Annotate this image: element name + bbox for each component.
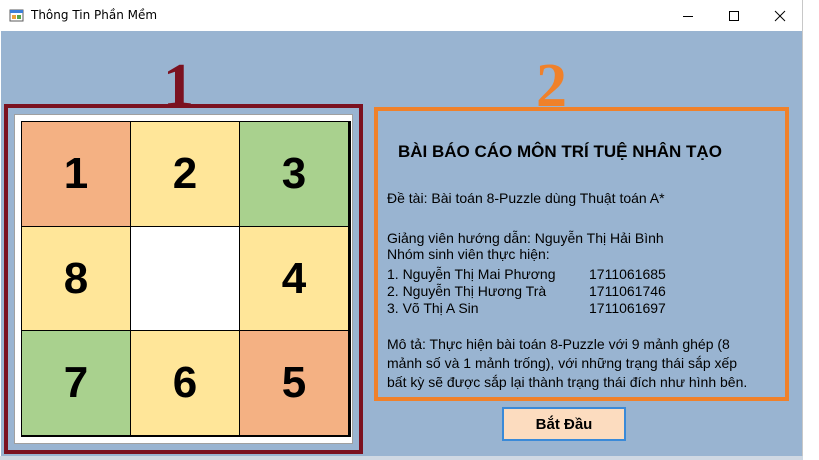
- member-name: 1. Nguyễn Thị Mai Phương: [387, 266, 556, 282]
- maximize-button[interactable]: [711, 0, 757, 31]
- description-line: Mô tả: Thực hiện bài toán 8-Puzzle với 9…: [387, 336, 730, 352]
- member-id: 1711061746: [589, 283, 666, 299]
- puzzle-tile[interactable]: 2: [131, 122, 239, 226]
- member-row: 3. Võ Thị A Sin 1711061697: [387, 300, 787, 316]
- advisor-text: Giảng viên hướng dẫn: Nguyễn Thị Hải Bìn…: [387, 230, 664, 246]
- description-line: bất kỳ sẽ được sắp lại thành trạng thái …: [387, 374, 748, 390]
- puzzle-tile[interactable]: 6: [131, 331, 239, 435]
- group-label: Nhóm sinh viên thực hiện:: [387, 246, 550, 262]
- window-frame-right: [802, 0, 803, 460]
- minimize-button[interactable]: [665, 0, 711, 31]
- member-id: 1711061685: [589, 266, 666, 282]
- puzzle-tile[interactable]: 3: [240, 122, 348, 226]
- puzzle-grid: 1 2 3 8 4 7 6 5: [21, 121, 351, 437]
- close-button[interactable]: [757, 0, 803, 31]
- member-row: 1. Nguyễn Thị Mai Phương 1711061685: [387, 266, 787, 282]
- member-name: 3. Võ Thị A Sin: [387, 300, 479, 316]
- form-client-area: 1 2 1 2 3 8 4 7 6 5 BÀI BÁO CÁO MÔN TRÍ …: [1, 31, 802, 456]
- window-title: Thông Tin Phần Mềm: [31, 8, 158, 22]
- puzzle-tile-empty[interactable]: [131, 227, 239, 330]
- start-button[interactable]: Bắt Đầu: [502, 407, 626, 441]
- close-icon: [774, 10, 786, 21]
- info-panel: BÀI BÁO CÁO MÔN TRÍ TUỆ NHÂN TẠO Đề tài:…: [374, 107, 789, 401]
- report-heading: BÀI BÁO CÁO MÔN TRÍ TUỆ NHÂN TẠO: [398, 142, 722, 161]
- puzzle-tile[interactable]: 1: [22, 122, 130, 226]
- puzzle-tile[interactable]: 7: [22, 331, 130, 435]
- description-line: mảnh số và 1 mảnh trống), với những trạn…: [387, 355, 738, 371]
- puzzle-tile[interactable]: 4: [240, 227, 348, 330]
- topic-text: Đề tài: Bài toán 8-Puzzle dùng Thuật toá…: [387, 190, 665, 206]
- member-id: 1711061697: [589, 300, 666, 316]
- member-name: 2. Nguyễn Thị Hương Trà: [387, 283, 547, 299]
- puzzle-tile[interactable]: 5: [240, 331, 348, 435]
- window-frame-bottom: [0, 456, 803, 460]
- title-bar[interactable]: Thông Tin Phần Mềm: [0, 0, 803, 31]
- maximize-icon: [729, 10, 739, 21]
- member-row: 2. Nguyễn Thị Hương Trà 1711061746: [387, 283, 787, 299]
- app-form-icon: [9, 8, 25, 24]
- puzzle-board-frame: 1 2 3 8 4 7 6 5: [4, 104, 363, 454]
- minimize-icon: [683, 15, 693, 17]
- puzzle-tile[interactable]: 8: [22, 227, 130, 330]
